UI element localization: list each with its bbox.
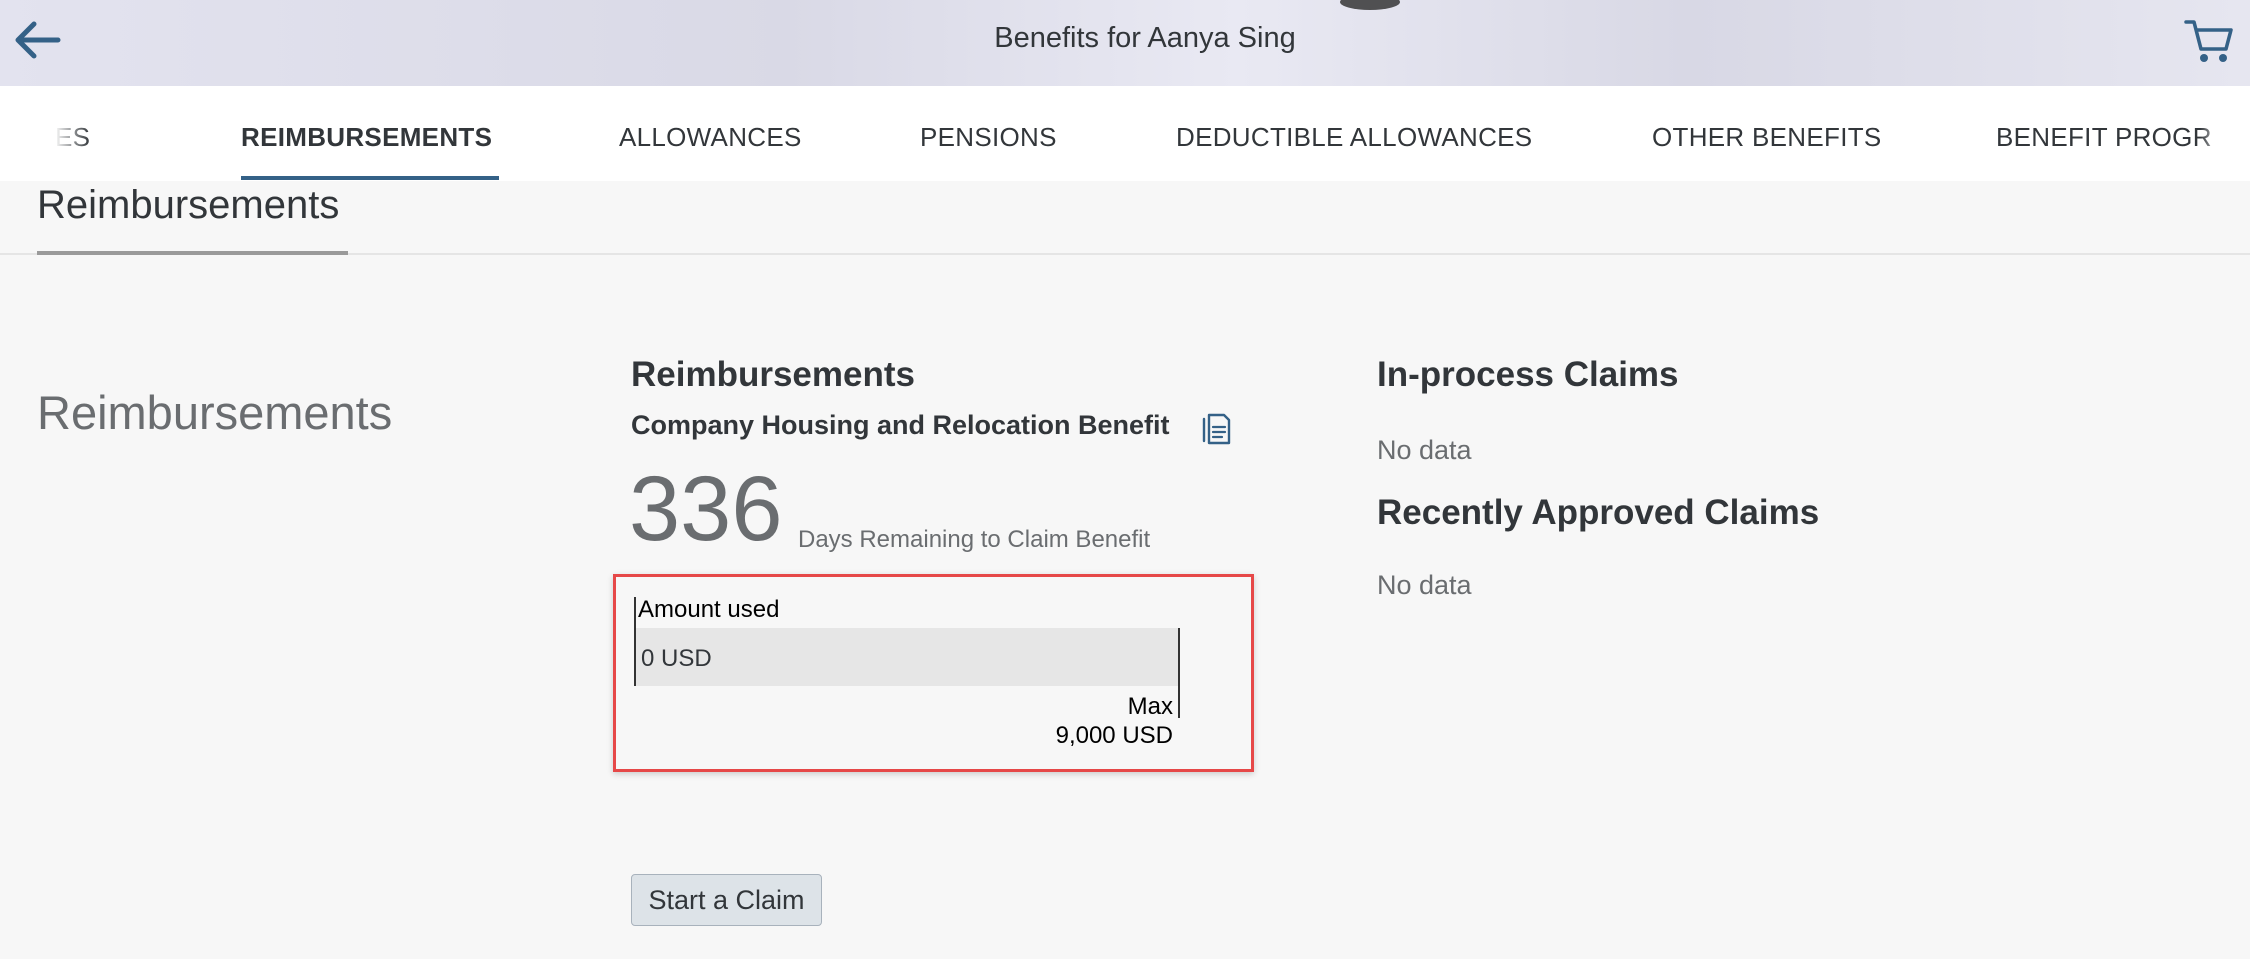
- document-details-button[interactable]: [1198, 410, 1234, 446]
- header-background-decoration: [1340, 0, 1400, 10]
- amount-used-bar-track: [636, 628, 1178, 686]
- benefit-tab-bar: ES REIMBURSEMENTS ALLOWANCES PENSIONS DE…: [0, 86, 2250, 181]
- amount-used-value: 0 USD: [641, 645, 712, 672]
- tab-deductible-allowances[interactable]: DEDUCTIBLE ALLOWANCES: [1176, 122, 1532, 153]
- approved-claims-empty: No data: [1377, 570, 1472, 600]
- section-tab-reimbursements[interactable]: Reimbursements: [37, 183, 339, 228]
- benefit-name: Company Housing and Relocation Benefit: [631, 410, 1170, 440]
- amount-used-label: Amount used: [638, 596, 780, 623]
- inprocess-claims-heading: In-process Claims: [1377, 355, 1679, 394]
- app-header: Benefits for Aanya Sing: [0, 0, 2250, 86]
- tab-pensions[interactable]: PENSIONS: [920, 122, 1057, 153]
- active-tab-indicator: [241, 176, 499, 180]
- days-remaining-label: Days Remaining to Claim Benefit: [798, 526, 1151, 553]
- document-icon: [1202, 413, 1231, 445]
- tab-other-benefits[interactable]: OTHER BENEFITS: [1652, 122, 1882, 153]
- page-title: Benefits for Aanya Sing: [994, 22, 1296, 54]
- tab-bar-fade-left: [0, 86, 90, 181]
- tab-reimbursements[interactable]: REIMBURSEMENTS: [241, 122, 492, 153]
- max-label: Max: [1127, 693, 1173, 720]
- tab-benefit-programs[interactable]: BENEFIT PROGR: [1996, 122, 2212, 153]
- max-value: 9,000 USD: [1055, 722, 1173, 749]
- shopping-cart-icon: [2184, 20, 2233, 62]
- approved-claims-heading: Recently Approved Claims: [1377, 493, 1820, 532]
- bar-max-tick: [1178, 628, 1180, 718]
- tab-bar-fade-right: [2200, 86, 2250, 181]
- reimbursements-heading: Reimbursements: [631, 355, 915, 394]
- cart-button[interactable]: [2184, 16, 2234, 66]
- tab-allowances[interactable]: ALLOWANCES: [619, 122, 802, 153]
- section-side-title: Reimbursements: [37, 386, 393, 439]
- section-tab-indicator: [37, 251, 348, 255]
- days-remaining-value: 336: [629, 458, 783, 560]
- inprocess-claims-empty: No data: [1377, 435, 1472, 465]
- start-claim-button[interactable]: Start a Claim: [631, 874, 822, 926]
